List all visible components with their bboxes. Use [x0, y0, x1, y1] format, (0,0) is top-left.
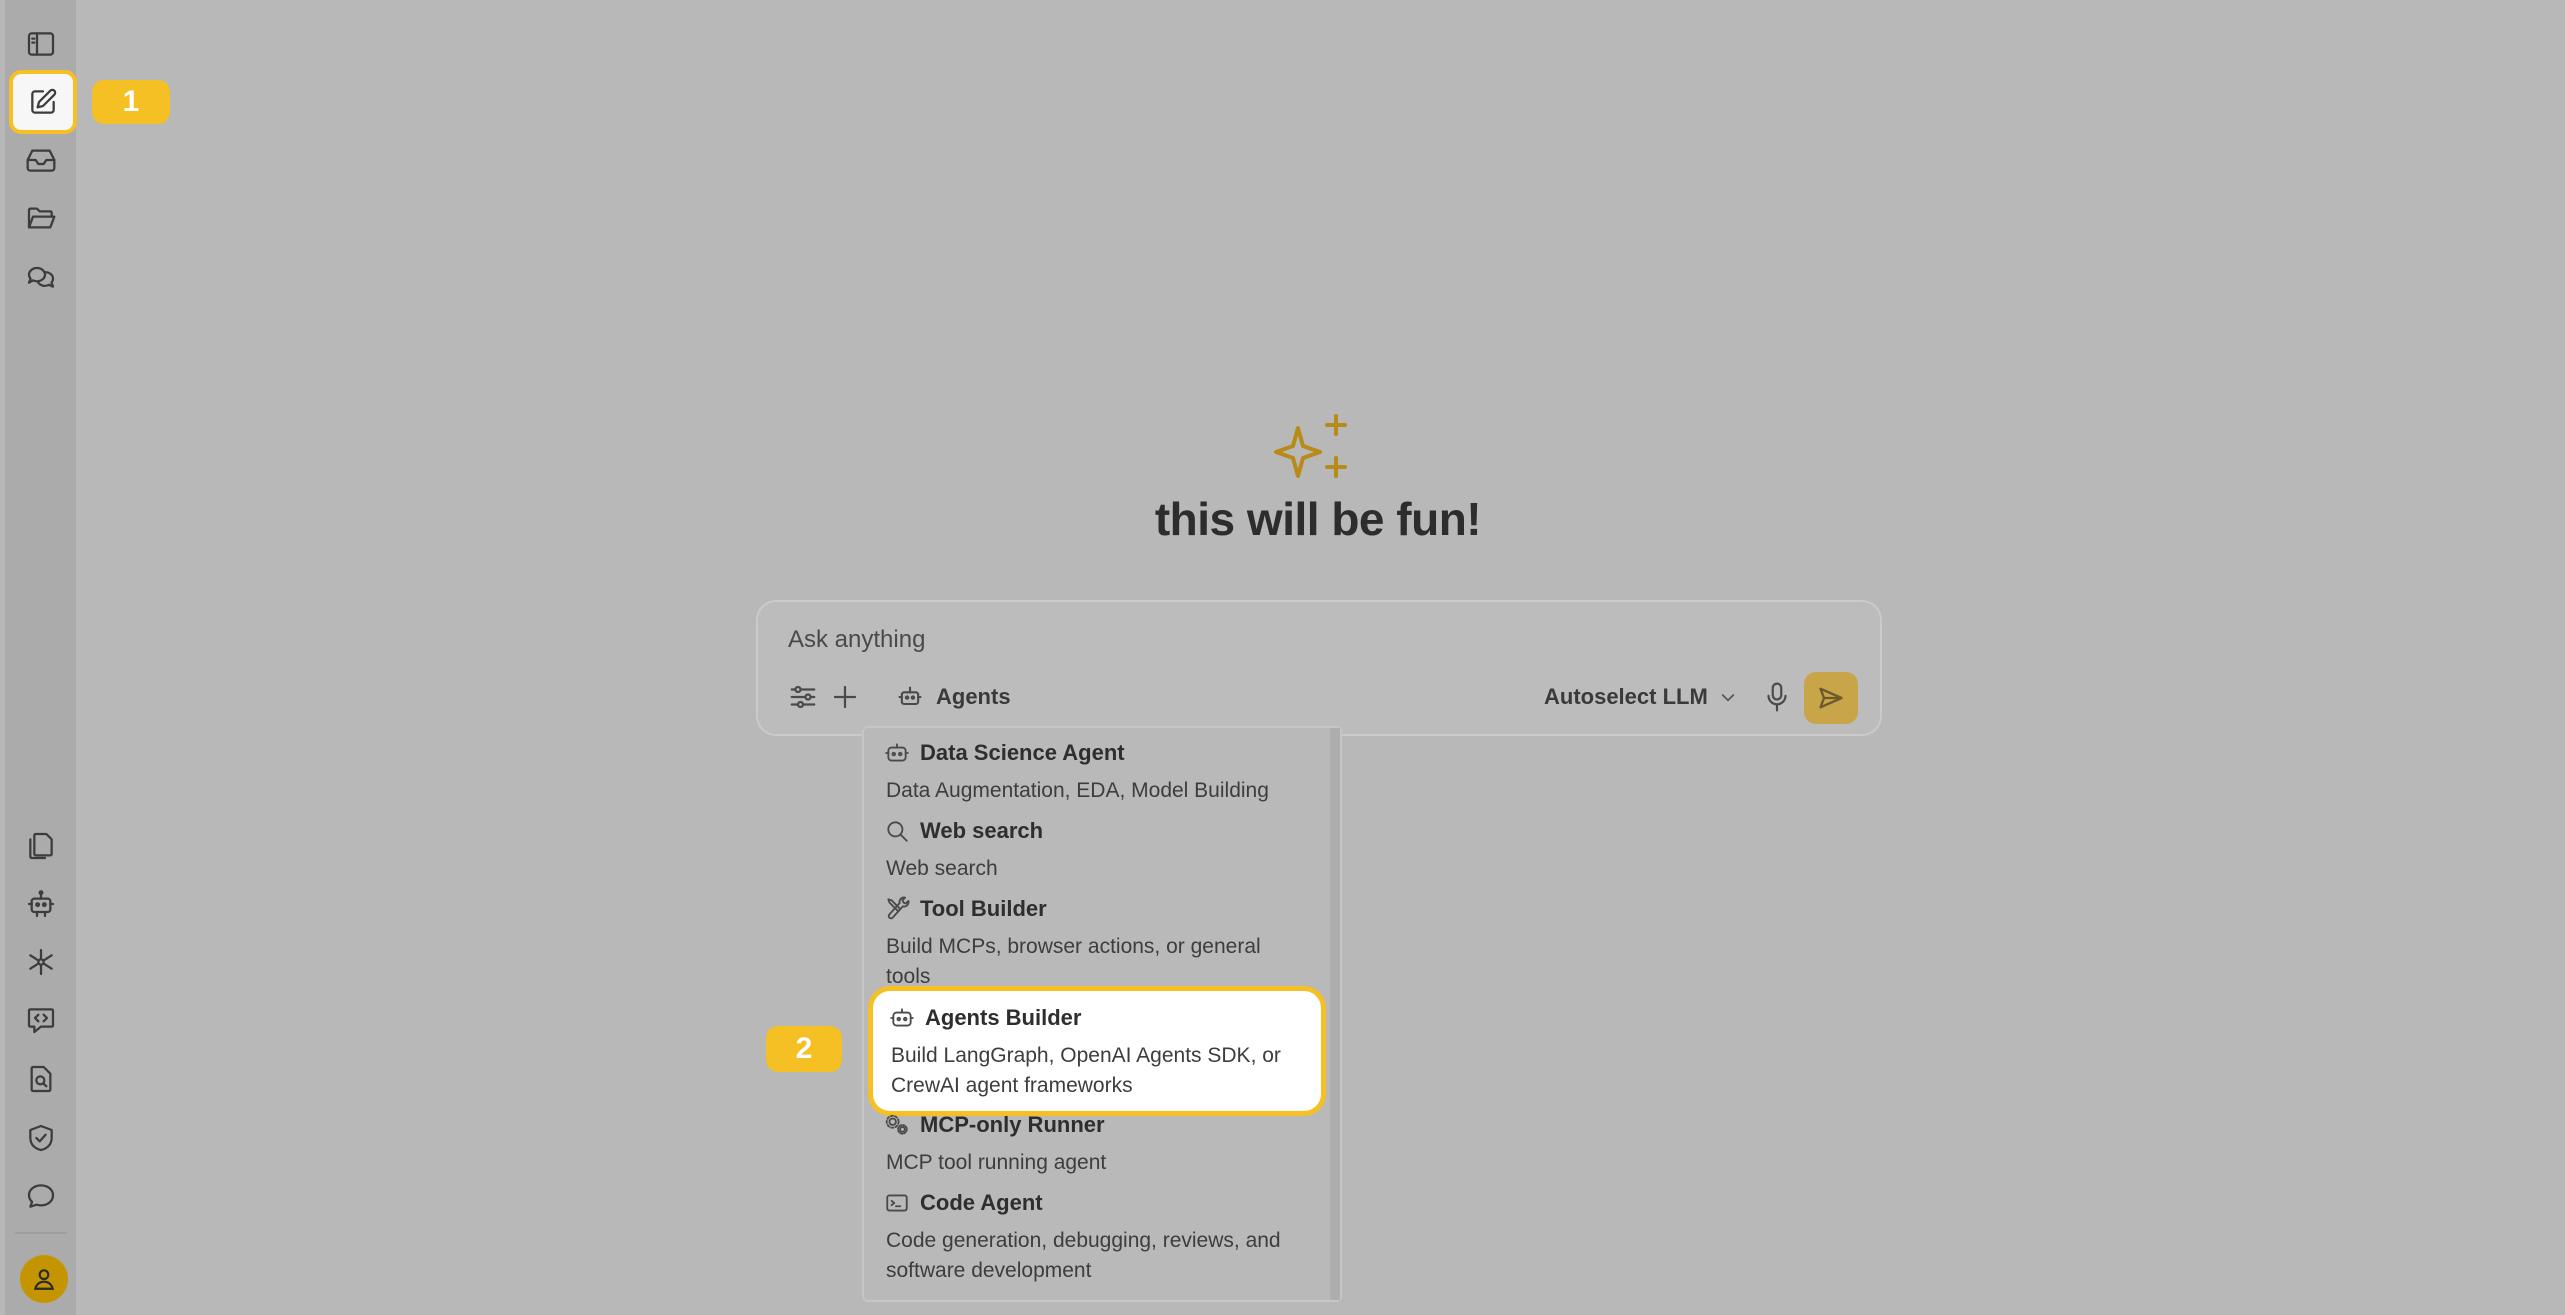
menu-item-tool-builder[interactable]: Tool Builder Build MCPs, browser actions… [884, 896, 1324, 992]
menu-item-title: MCP-only Runner [920, 1112, 1105, 1137]
model-selector[interactable]: Autoselect LLM [1544, 684, 1738, 710]
user-avatar[interactable] [20, 1255, 68, 1303]
sparkle-icon [1270, 412, 1352, 484]
menu-item-code-agent[interactable]: Code Agent Code generation, debugging, r… [884, 1190, 1324, 1286]
message-icon [27, 1184, 55, 1208]
menu-item-description: Build MCPs, browser actions, or general … [886, 935, 1261, 988]
agents-label: Agents [936, 684, 1011, 709]
folder-open-icon [27, 207, 56, 229]
menu-item-title: Code Agent [920, 1190, 1043, 1215]
robot-icon [898, 686, 922, 706]
chat-input[interactable]: Ask anything [788, 626, 925, 654]
menu-item-web-search[interactable]: Web search Web search [884, 818, 1324, 884]
menu-item-agents-builder[interactable]: Agents Builder Build LangGraph, OpenAI A… [868, 986, 1326, 1116]
agents-menu-scrollbar[interactable] [1330, 728, 1340, 1300]
settings-sliders-button[interactable] [788, 682, 818, 712]
gears-icon [885, 1114, 908, 1135]
menu-item-mcp-only-runner[interactable]: MCP-only Runner MCP tool running agent [884, 1112, 1324, 1178]
files-icon [29, 832, 53, 860]
menu-item-data-science-agent[interactable]: Data Science Agent Data Augmentation, ED… [884, 740, 1324, 806]
tools-icon [887, 896, 910, 920]
microphone-icon [1767, 682, 1787, 712]
chats-button[interactable] [17, 252, 65, 300]
step-badge-2: 2 [766, 1026, 842, 1072]
shield-check-icon [29, 1124, 53, 1152]
agents-menu: Data Science Agent Data Augmentation, ED… [862, 726, 1342, 1302]
robot-icon [885, 743, 909, 762]
menu-item-description: Data Augmentation, EDA, Model Building [886, 779, 1269, 802]
sidebar [5, 0, 77, 1315]
plus-icon [833, 685, 857, 709]
network-button[interactable] [17, 938, 65, 986]
new-chat-button[interactable] [9, 70, 77, 134]
hero-title: this will be fun! [1154, 493, 1482, 545]
file-search-button[interactable] [17, 1055, 65, 1103]
robot-icon [890, 1008, 914, 1027]
send-button[interactable] [1804, 672, 1858, 724]
user-icon [33, 1269, 55, 1290]
sidebar-divider [15, 1232, 67, 1234]
feedback-button[interactable] [17, 1172, 65, 1220]
menu-item-description: MCP tool running agent [886, 1151, 1107, 1174]
folders-button[interactable] [17, 194, 65, 242]
code-chat-icon [27, 1008, 55, 1034]
microphone-button[interactable] [1762, 680, 1792, 714]
menu-item-title: Data Science Agent [920, 740, 1125, 765]
attach-button[interactable] [830, 682, 860, 712]
new-chat-edit-icon [31, 88, 57, 114]
chats-icon [27, 266, 55, 288]
network-icon [29, 948, 53, 976]
sidebar-toggle-button[interactable] [17, 20, 65, 68]
model-label: Autoselect LLM [1544, 684, 1708, 709]
menu-item-title: Tool Builder [920, 896, 1047, 921]
inbox-button[interactable] [17, 136, 65, 184]
menu-item-title: Agents Builder [925, 1005, 1082, 1030]
chevron-down-icon [1721, 693, 1735, 702]
agents-button[interactable] [17, 880, 65, 928]
robot-icon [27, 890, 55, 918]
agents-selector[interactable]: Agents [896, 682, 1011, 712]
chat-composer: Ask anything Agents Autoselect LLM [756, 600, 1882, 736]
files-button[interactable] [17, 822, 65, 870]
search-icon [887, 821, 908, 842]
code-chat-button[interactable] [17, 996, 65, 1044]
send-icon [1819, 687, 1843, 709]
menu-item-description: Web search [886, 857, 998, 880]
sidebar-toggle-icon [27, 32, 55, 56]
menu-item-title: Web search [920, 818, 1044, 843]
terminal-icon [886, 1194, 908, 1212]
security-button[interactable] [17, 1114, 65, 1162]
menu-item-description: Build LangGraph, OpenAI Agents SDK, or C… [891, 1044, 1281, 1097]
file-search-icon [30, 1065, 52, 1093]
sliders-icon [790, 685, 816, 709]
step-badge-1: 1 [92, 80, 170, 124]
menu-item-description: Code generation, debugging, reviews, and… [886, 1229, 1281, 1282]
inbox-icon [26, 149, 56, 172]
